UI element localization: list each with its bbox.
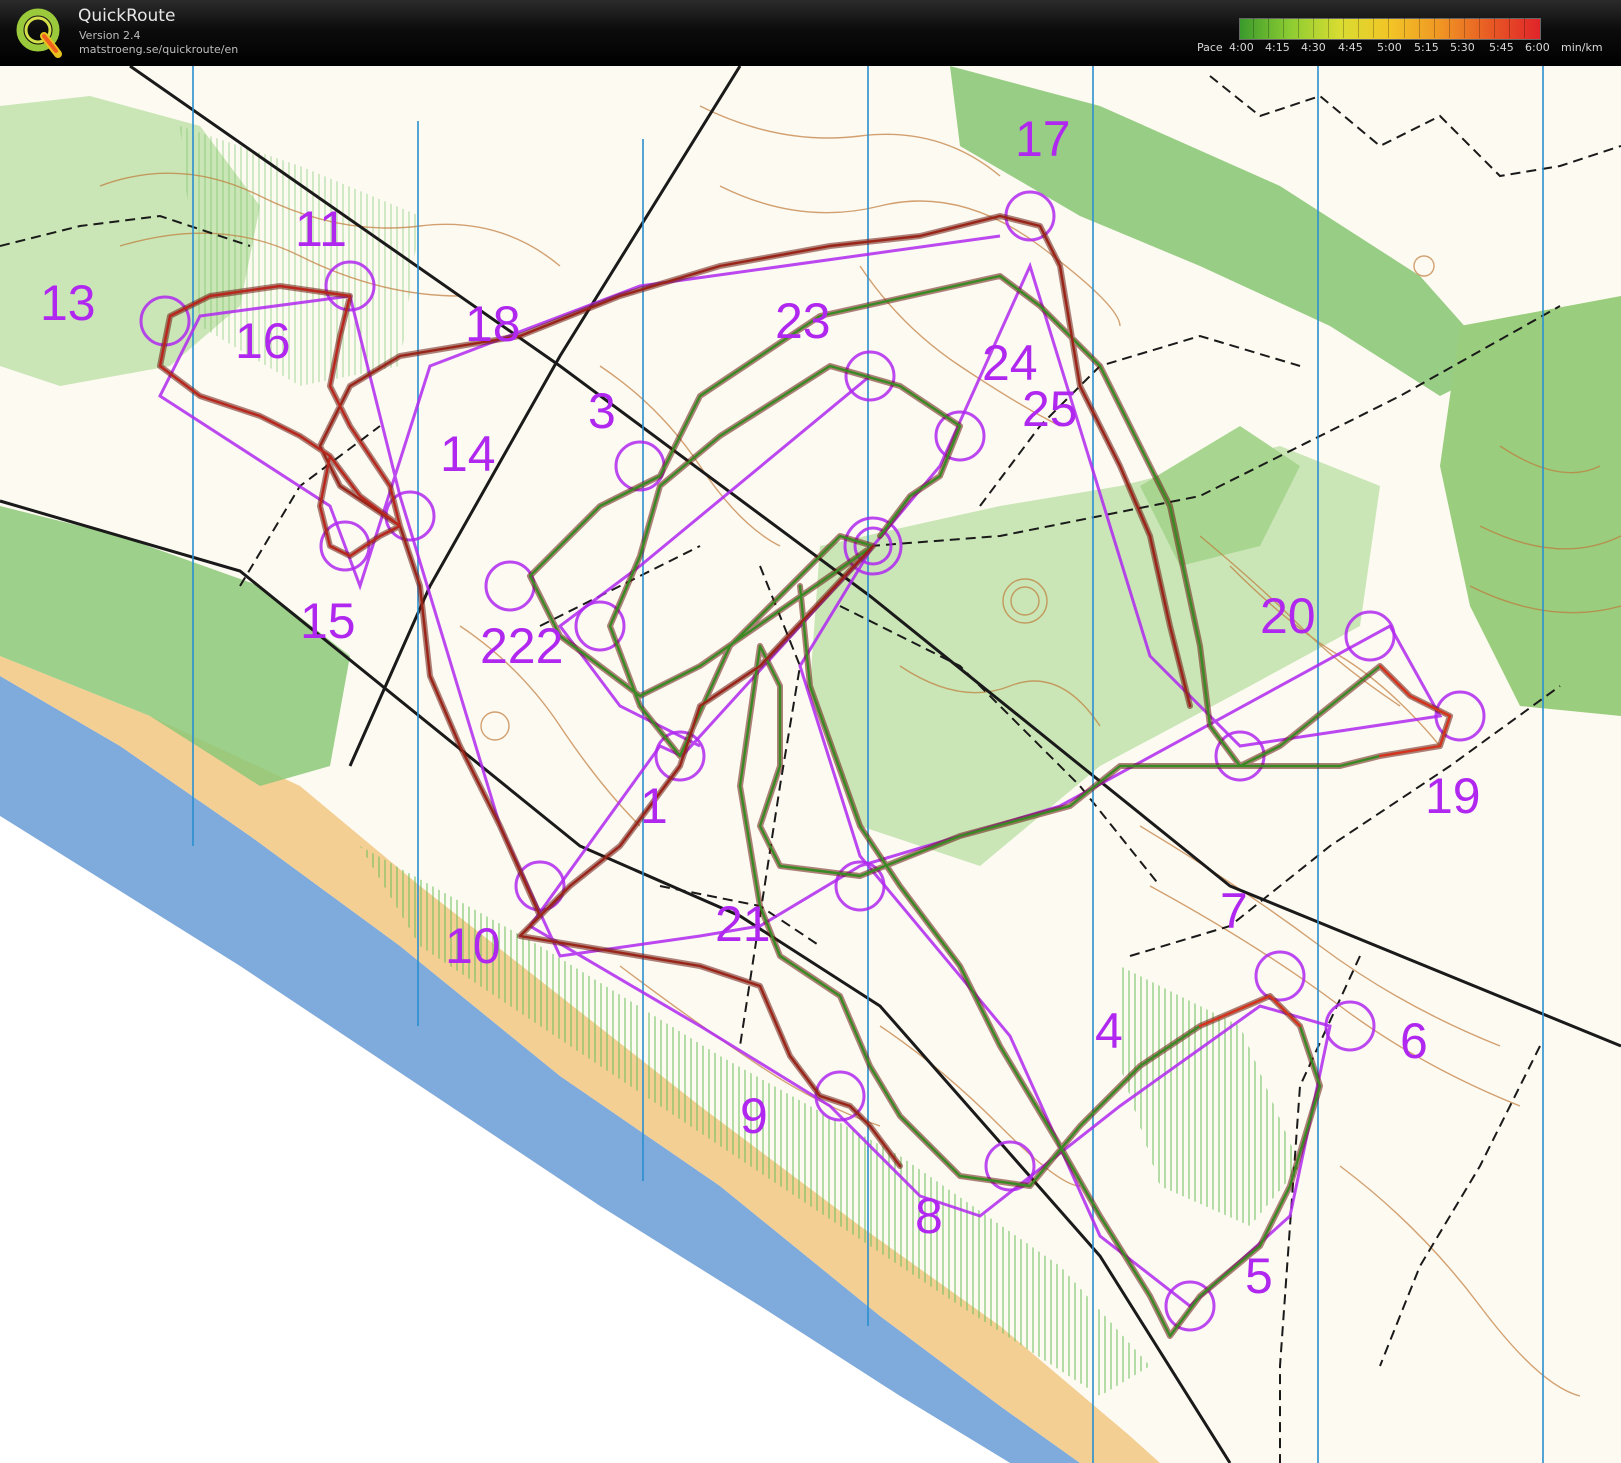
control-number-23: 23 bbox=[775, 293, 831, 349]
control-number-20: 20 bbox=[1260, 588, 1316, 644]
app-version: Version 2.4 bbox=[79, 29, 141, 42]
control-number-18: 18 bbox=[465, 296, 521, 352]
pace-tick-4-30: 4:30 bbox=[1301, 41, 1326, 54]
pace-tick-6-00: 6:00 bbox=[1525, 41, 1550, 54]
control-number-8: 8 bbox=[915, 1188, 943, 1244]
open-green-middle bbox=[810, 446, 1380, 866]
pace-tick-4-00: 4:00 bbox=[1229, 41, 1254, 54]
control-number-7: 7 bbox=[1220, 883, 1248, 939]
orienteering-map[interactable]: 1 3 4 5 6 7 8 9 10 11 13 14 15 16 17 18 … bbox=[0, 66, 1621, 1463]
control-number-1: 1 bbox=[640, 778, 668, 834]
control-number-11: 11 bbox=[295, 201, 347, 257]
pace-tick-5-30: 5:30 bbox=[1450, 41, 1475, 54]
control-number-19: 19 bbox=[1425, 768, 1481, 824]
control-number-5: 5 bbox=[1245, 1248, 1273, 1304]
quickroute-logo-icon bbox=[16, 8, 62, 58]
quickroute-window: QuickRoute Version 2.4 matstroeng.se/qui… bbox=[0, 0, 1621, 1463]
app-header: QuickRoute Version 2.4 matstroeng.se/qui… bbox=[0, 0, 1621, 66]
control-number-16: 16 bbox=[235, 313, 291, 369]
pace-tick-5-45: 5:45 bbox=[1489, 41, 1514, 54]
control-number-10: 10 bbox=[445, 918, 501, 974]
pace-scale-ticks bbox=[1239, 18, 1539, 38]
control-number-13: 13 bbox=[40, 275, 96, 331]
control-number-14: 14 bbox=[440, 426, 496, 482]
control-number-3: 3 bbox=[588, 383, 616, 439]
pace-label: Pace bbox=[1197, 41, 1223, 54]
control-number-6: 6 bbox=[1400, 1013, 1428, 1069]
control-number-9: 9 bbox=[740, 1088, 768, 1144]
pace-unit: min/km bbox=[1561, 41, 1603, 54]
app-title: QuickRoute bbox=[78, 6, 176, 26]
control-number-21: 21 bbox=[715, 896, 771, 952]
undergrowth-east bbox=[1120, 966, 1300, 1226]
pace-tick-4-15: 4:15 bbox=[1265, 41, 1290, 54]
pace-tick-4-45: 4:45 bbox=[1338, 41, 1363, 54]
map-graphics bbox=[0, 66, 1621, 1463]
forest-east bbox=[1440, 296, 1621, 716]
control-number-222: 222 bbox=[480, 618, 564, 674]
control-number-17: 17 bbox=[1015, 111, 1071, 167]
pace-tick-5-15: 5:15 bbox=[1414, 41, 1439, 54]
control-number-25: 25 bbox=[1022, 381, 1078, 437]
pace-tick-5-00: 5:00 bbox=[1377, 41, 1402, 54]
app-url[interactable]: matstroeng.se/quickroute/en bbox=[79, 43, 238, 56]
control-number-15: 15 bbox=[300, 593, 356, 649]
control-number-4: 4 bbox=[1095, 1003, 1123, 1059]
